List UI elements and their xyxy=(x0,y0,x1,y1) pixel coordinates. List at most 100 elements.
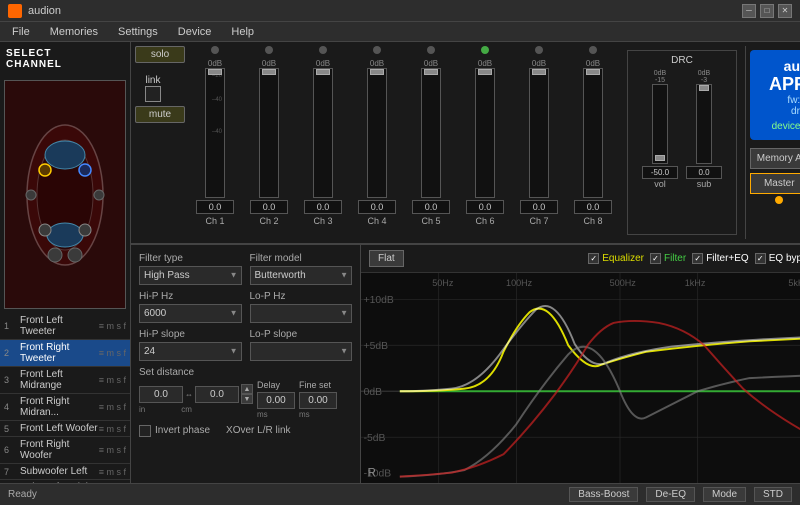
in-unit-label: in xyxy=(139,405,145,414)
ch1-fader-handle[interactable] xyxy=(208,69,222,75)
status-right: Bass-Boost De-EQ Mode STD xyxy=(569,487,792,502)
menu-settings[interactable]: Settings xyxy=(110,24,166,40)
channel-item-4[interactable]: 4 Front Right Midran... ≡ m s f xyxy=(0,394,130,421)
ch2-fader-handle[interactable] xyxy=(262,69,276,75)
channel-faders: 0dB –20 –40 –40 Ch 1 0dB xyxy=(189,46,619,239)
mute-button[interactable]: mute xyxy=(135,106,185,123)
lop-slope-select[interactable] xyxy=(250,342,353,361)
master-source-col: Master xyxy=(750,173,800,204)
solo-button[interactable]: solo xyxy=(135,46,185,63)
eq-bypass-label: EQ bypass xyxy=(769,253,800,264)
menu-device[interactable]: Device xyxy=(170,24,220,40)
bass-boost-button[interactable]: Bass-Boost xyxy=(569,487,638,502)
memory-a-button[interactable]: Memory A xyxy=(750,148,800,169)
fader-ch3: 0dB Ch 3 xyxy=(297,46,349,239)
ch4-fader-track[interactable] xyxy=(367,68,387,198)
filter-label: Filter xyxy=(664,253,686,264)
mode-button[interactable]: Mode xyxy=(703,487,746,502)
invert-checkbox[interactable] xyxy=(139,425,151,437)
menubar: File Memories Settings Device Help xyxy=(0,22,800,42)
hip-slope-select[interactable]: 24 18 12 6 xyxy=(139,342,242,361)
close-button[interactable]: ✕ xyxy=(778,4,792,18)
eq-bypass-checkbox[interactable] xyxy=(755,253,766,264)
filter-type-select[interactable]: High Pass Low Pass Band Pass All Pass xyxy=(139,266,242,285)
ch8-fader-track[interactable] xyxy=(583,68,603,198)
ch5-fader-handle[interactable] xyxy=(424,69,438,75)
ch7-fader-handle[interactable] xyxy=(532,69,546,75)
filter-checkbox[interactable] xyxy=(650,253,661,264)
lop-hz-label: Lo-P Hz xyxy=(250,291,353,302)
app-icon xyxy=(8,4,22,18)
app-title: audion xyxy=(28,5,742,17)
drc-vol-handle[interactable] xyxy=(655,155,665,161)
channel-item-6[interactable]: 6 Front Right Woofer ≡ m s f xyxy=(0,437,130,464)
master-button[interactable]: Master xyxy=(750,173,800,194)
ch5-fader-track[interactable] xyxy=(421,68,441,198)
menu-file[interactable]: File xyxy=(4,24,38,40)
menu-help[interactable]: Help xyxy=(223,24,262,40)
channel-item-3[interactable]: 3 Front Left Midrange ≡ m s f xyxy=(0,367,130,394)
car-diagram xyxy=(5,115,125,275)
lop-slope-wrapper xyxy=(250,342,353,361)
ch7-value-input[interactable] xyxy=(520,200,558,214)
ch1-value-input[interactable] xyxy=(196,200,234,214)
flat-button[interactable]: Flat xyxy=(369,250,404,267)
ch2-indicator xyxy=(265,46,273,54)
ch5-value-input[interactable] xyxy=(412,200,450,214)
std-button[interactable]: STD xyxy=(754,487,792,502)
ch3-fader-track[interactable] xyxy=(313,68,333,198)
slope-row: Hi-P slope 24 18 12 6 Lo-P slope xyxy=(139,329,352,361)
distance-in-input[interactable] xyxy=(139,386,183,403)
ch6-indicator xyxy=(481,46,489,54)
distance-down[interactable]: ▼ xyxy=(241,394,253,404)
ch4-indicator xyxy=(373,46,381,54)
distance-cm-input[interactable] xyxy=(195,386,239,403)
drc-sub-track[interactable] xyxy=(696,84,712,164)
ch8-value-input[interactable] xyxy=(574,200,612,214)
distance-section: Set distance ⇔ ▲ ▼ xyxy=(139,367,352,419)
channel-item-7[interactable]: 7 Subwoofer Left ≡ m s f xyxy=(0,464,130,480)
ch1-indicator xyxy=(211,46,219,54)
ch4-value-input[interactable] xyxy=(358,200,396,214)
filter-eq-checkbox[interactable] xyxy=(692,253,703,264)
drc-vol-track[interactable] xyxy=(652,84,668,164)
maximize-button[interactable]: □ xyxy=(760,4,774,18)
channel-item-5[interactable]: 5 Front Left Woofer ≡ m s f xyxy=(0,421,130,437)
lop-hz-select[interactable] xyxy=(250,304,353,323)
ch7-fader-track[interactable] xyxy=(529,68,549,198)
ch6-value-input[interactable] xyxy=(466,200,504,214)
solo-mute-section: solo link mute xyxy=(135,46,185,239)
fine-input[interactable] xyxy=(299,392,337,409)
ch6-label: Ch 6 xyxy=(475,216,494,226)
delay-input[interactable] xyxy=(257,392,295,409)
ch2-value-input[interactable] xyxy=(250,200,288,214)
hip-hz-select[interactable]: 6000 4000 3000 2000 xyxy=(139,304,242,323)
link-checkbox[interactable] xyxy=(145,86,161,102)
distance-up[interactable]: ▲ xyxy=(241,384,253,394)
drc-sub-input[interactable] xyxy=(686,166,722,179)
de-eq-button[interactable]: De-EQ xyxy=(646,487,695,502)
ch6-fader-track[interactable] xyxy=(475,68,495,198)
invert-phase-label[interactable]: Invert phase xyxy=(139,425,210,437)
channel-item-1[interactable]: 1 Front Left Tweeter ≡ m s f xyxy=(0,313,130,340)
ch8-fader-handle[interactable] xyxy=(586,69,600,75)
lop-hz-col: Lo-P Hz xyxy=(250,291,353,323)
ch2-fader-track[interactable] xyxy=(259,68,279,198)
channel-item-2[interactable]: 2 Front Right Tweeter ≡ m s f xyxy=(0,340,130,367)
ch6-fader-handle[interactable] xyxy=(478,69,492,75)
fader-ch5: 0dB Ch 5 xyxy=(405,46,457,239)
equalizer-checkbox[interactable] xyxy=(588,253,599,264)
ch3-fader-handle[interactable] xyxy=(316,69,330,75)
minimize-button[interactable]: ─ xyxy=(742,4,756,18)
filter-model-select[interactable]: Butterworth Linkwitz-Riley Bessel xyxy=(250,266,353,285)
device-model: APF8.9bit xyxy=(758,74,800,95)
ch3-value-input[interactable] xyxy=(304,200,342,214)
filter-type-label: Filter type xyxy=(139,253,242,264)
ch1-fader-track[interactable]: –20 –40 –40 xyxy=(205,68,225,198)
device-drc: drc: 2.04 xyxy=(758,106,800,117)
svg-text:100Hz: 100Hz xyxy=(506,278,533,288)
drc-sub-handle[interactable] xyxy=(699,85,709,91)
menu-memories[interactable]: Memories xyxy=(42,24,106,40)
drc-vol-input[interactable] xyxy=(642,166,678,179)
ch4-fader-handle[interactable] xyxy=(370,69,384,75)
